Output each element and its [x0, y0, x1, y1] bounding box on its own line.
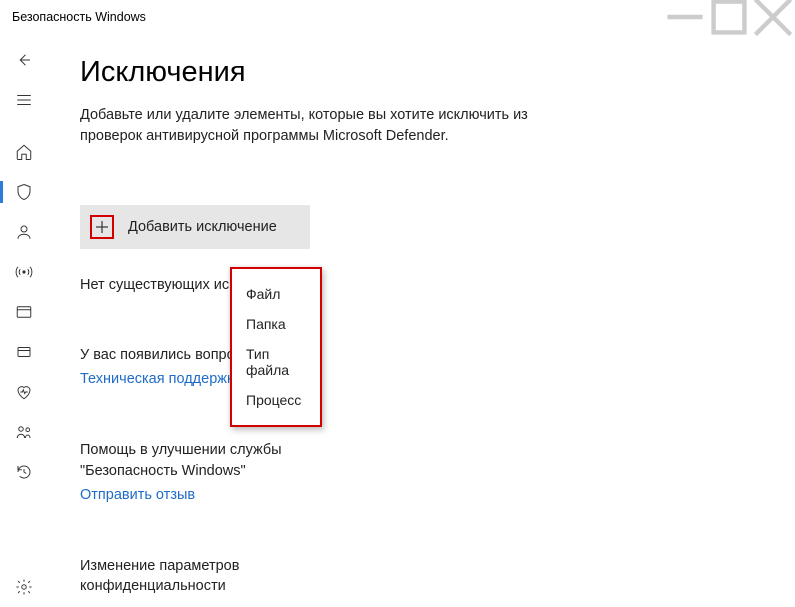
no-exclusions-text: Нет существующих исключений.	[80, 277, 763, 293]
shield-button[interactable]	[0, 172, 48, 212]
window-title: Безопасность Windows	[12, 10, 146, 24]
history-button[interactable]	[0, 452, 48, 492]
page-description: Добавьте или удалите элементы, которые в…	[80, 105, 560, 147]
feedback-link[interactable]: Отправить отзыв	[80, 487, 195, 503]
window-icon	[15, 303, 33, 321]
device-security-button[interactable]	[0, 332, 48, 372]
arrow-left-icon	[15, 51, 33, 69]
menu-item-folder[interactable]: Папка	[232, 309, 320, 339]
improve-label: Помощь в улучшении службы "Безопасность …	[80, 440, 340, 481]
titlebar: Безопасность Windows	[0, 0, 795, 34]
account-button[interactable]	[0, 212, 48, 252]
window-controls	[663, 0, 795, 34]
person-icon	[15, 223, 33, 241]
hamburger-icon	[15, 91, 33, 109]
app-browser-button[interactable]	[0, 292, 48, 332]
back-button[interactable]	[0, 40, 48, 80]
privacy-heading: Изменение параметров конфиденциальности	[80, 556, 340, 597]
device-health-button[interactable]	[0, 372, 48, 412]
page-title: Исключения	[80, 56, 763, 89]
antenna-icon	[15, 263, 33, 281]
menu-button[interactable]	[0, 80, 48, 120]
shield-icon	[15, 183, 33, 201]
history-icon	[15, 463, 33, 481]
minimize-button[interactable]	[663, 0, 707, 34]
family-button[interactable]	[0, 412, 48, 452]
add-exclusion-label: Добавить исключение	[128, 219, 277, 235]
main-content: Исключения Добавьте или удалите элементы…	[48, 34, 795, 607]
firewall-button[interactable]	[0, 252, 48, 292]
exclusion-type-menu: Файл Папка Тип файла Процесс	[230, 267, 322, 427]
home-icon	[15, 143, 33, 161]
family-icon	[15, 423, 33, 441]
maximize-button[interactable]	[707, 0, 751, 34]
close-button[interactable]	[751, 0, 795, 34]
menu-item-filetype[interactable]: Тип файла	[232, 339, 320, 385]
settings-button[interactable]	[0, 567, 48, 607]
menu-item-file[interactable]: Файл	[232, 279, 320, 309]
gear-icon	[15, 578, 33, 596]
plus-icon	[90, 215, 114, 239]
heart-icon	[15, 383, 33, 401]
chip-icon	[15, 343, 33, 361]
support-link[interactable]: Техническая поддержка	[80, 371, 242, 387]
menu-item-process[interactable]: Процесс	[232, 385, 320, 415]
sidebar	[0, 34, 48, 607]
home-button[interactable]	[0, 132, 48, 172]
add-exclusion-button[interactable]: Добавить исключение	[80, 205, 310, 249]
